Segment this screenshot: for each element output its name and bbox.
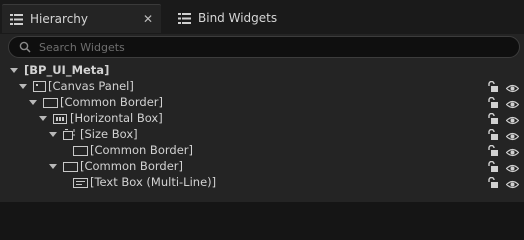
canvas-panel-icon bbox=[33, 81, 46, 95]
search-box[interactable] bbox=[8, 36, 520, 58]
lock-icon[interactable] bbox=[487, 96, 499, 108]
search-icon bbox=[19, 41, 31, 53]
tree-root-label: [BP_UI_Meta] bbox=[24, 63, 110, 77]
lock-icon[interactable] bbox=[487, 112, 499, 124]
tree-item-label: [Horizontal Box] bbox=[70, 111, 163, 125]
expand-arrow-icon[interactable] bbox=[10, 68, 18, 73]
close-icon[interactable]: ✕ bbox=[143, 12, 153, 26]
eye-icon[interactable] bbox=[505, 114, 520, 125]
eye-icon[interactable] bbox=[505, 146, 520, 157]
eye-icon[interactable] bbox=[505, 162, 520, 173]
tree-item-label: [Text Box (Multi-Line)] bbox=[90, 175, 217, 189]
tree-item-label: [Size Box] bbox=[80, 127, 138, 141]
tab-hierarchy-label: Hierarchy bbox=[30, 12, 89, 26]
tree-item-label: [Common Border] bbox=[80, 159, 183, 173]
eye-icon[interactable] bbox=[505, 82, 520, 93]
lock-icon[interactable] bbox=[487, 128, 499, 140]
tree-row-root[interactable]: [BP_UI_Meta] bbox=[0, 62, 524, 78]
border-icon bbox=[43, 97, 58, 111]
tree-item-label: [Common Border] bbox=[90, 143, 193, 157]
expand-arrow-icon[interactable] bbox=[39, 116, 47, 121]
tree-row-horizontal-box[interactable]: [Horizontal Box] bbox=[0, 110, 524, 126]
border-icon bbox=[73, 145, 88, 159]
tab-bind-widgets-label: Bind Widgets bbox=[198, 11, 278, 25]
tab-bar: Hierarchy ✕ Bind Widgets bbox=[0, 0, 524, 34]
lock-icon[interactable] bbox=[487, 176, 499, 188]
lock-icon[interactable] bbox=[487, 144, 499, 156]
text-box-icon bbox=[73, 177, 88, 191]
expand-arrow-icon[interactable] bbox=[49, 132, 57, 137]
horizontal-box-icon bbox=[53, 113, 67, 127]
grid-icon bbox=[178, 12, 191, 25]
size-box-icon bbox=[63, 129, 76, 143]
tab-bind-widgets[interactable]: Bind Widgets bbox=[170, 4, 300, 32]
tree-row-canvas-panel[interactable]: [Canvas Panel] bbox=[0, 78, 524, 94]
tree-item-label: [Canvas Panel] bbox=[48, 79, 134, 93]
tree-row-common-border[interactable]: [Common Border] bbox=[0, 142, 524, 158]
border-icon bbox=[63, 161, 78, 175]
tree-row-text-box[interactable]: [Text Box (Multi-Line)] bbox=[0, 174, 524, 190]
search-input[interactable] bbox=[39, 40, 519, 54]
tab-hierarchy[interactable]: Hierarchy ✕ bbox=[2, 4, 161, 33]
tree-row-common-border[interactable]: [Common Border] bbox=[0, 158, 524, 174]
eye-icon[interactable] bbox=[505, 130, 520, 141]
widget-tree: [BP_UI_Meta] [Canvas Panel] [Common Bord… bbox=[0, 62, 524, 190]
lock-icon[interactable] bbox=[487, 160, 499, 172]
lock-icon[interactable] bbox=[487, 80, 499, 92]
eye-icon[interactable] bbox=[505, 178, 520, 189]
expand-arrow-icon[interactable] bbox=[49, 164, 57, 169]
hierarchy-panel: [BP_UI_Meta] [Canvas Panel] [Common Bord… bbox=[0, 34, 524, 202]
expand-arrow-icon[interactable] bbox=[29, 100, 37, 105]
list-icon bbox=[10, 13, 23, 26]
tree-item-label: [Common Border] bbox=[60, 95, 163, 109]
tree-row-size-box[interactable]: [Size Box] bbox=[0, 126, 524, 142]
expand-arrow-icon[interactable] bbox=[19, 84, 27, 89]
tree-row-common-border[interactable]: [Common Border] bbox=[0, 94, 524, 110]
eye-icon[interactable] bbox=[505, 98, 520, 109]
